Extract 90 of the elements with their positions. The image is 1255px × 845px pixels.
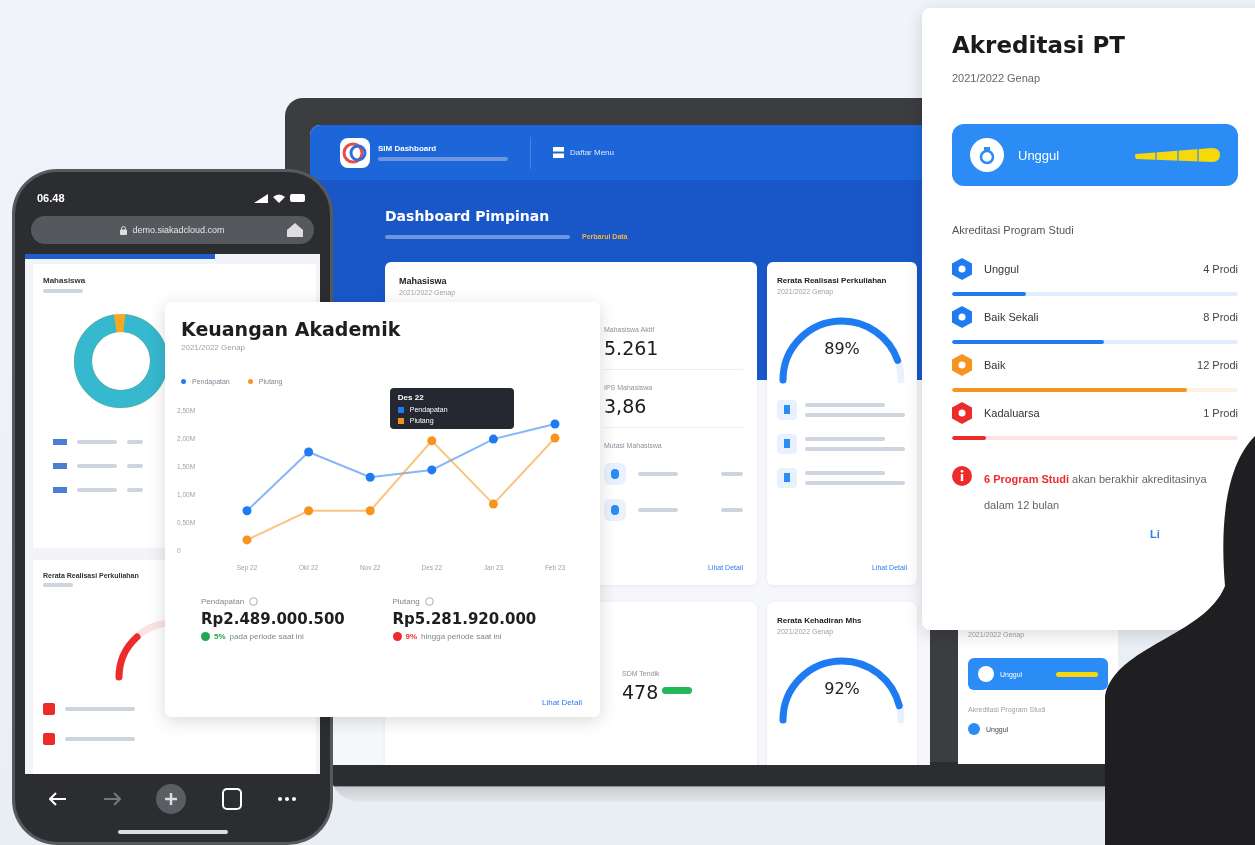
text-line-placeholder: [638, 472, 678, 476]
card-title: Akreditasi PT: [952, 32, 1127, 58]
total-label: Piutang: [392, 597, 420, 606]
text-line-placeholder: [77, 487, 117, 492]
card-title: Keuangan Akademik: [181, 318, 402, 340]
change-percent: 9%: [405, 632, 418, 641]
legend-swatch: [53, 486, 67, 493]
text-line-placeholder: [721, 508, 743, 512]
text-line-placeholder: [65, 706, 135, 711]
page-title: Dashboard Pimpinan: [385, 208, 551, 224]
tabs-icon: [222, 788, 243, 810]
text-line-placeholder: [65, 736, 135, 741]
battery-icon: [290, 194, 306, 202]
card-title: Rerata Realisasi Perkuliahan: [777, 276, 888, 285]
text-line-placeholder: [127, 463, 143, 468]
stat-value: 5.261: [604, 337, 660, 359]
info-icon: [249, 597, 259, 606]
legend-dot: [181, 379, 186, 384]
card-title: Mahasiswa: [43, 275, 87, 285]
logo-icon: [340, 137, 370, 168]
back-icon: [48, 792, 67, 806]
data-point[interactable]: [242, 506, 252, 516]
add-icon: [156, 784, 187, 814]
prodi-count: 8 Prodi: [1203, 311, 1238, 323]
trend-pill: [662, 686, 693, 694]
data-point[interactable]: [488, 434, 498, 444]
text-line-placeholder: [77, 439, 117, 444]
forward-icon: [102, 792, 121, 806]
data-point[interactable]: [365, 506, 375, 516]
data-point[interactable]: [550, 433, 560, 443]
grade-label: Baik: [984, 359, 1006, 371]
segment-bar-drawing: [1056, 671, 1098, 677]
info-icon: [952, 466, 972, 486]
data-point[interactable]: [242, 535, 252, 545]
detail-link[interactable]: Li: [1150, 528, 1170, 540]
text-line-placeholder: [721, 472, 743, 476]
info-icon: [424, 597, 434, 606]
data-point[interactable]: [427, 436, 437, 446]
warning-text: 6 Program Studi akan berakhir akreditasinya dalam 12 bulan: [984, 472, 1208, 513]
status-time: 06.48: [37, 192, 65, 204]
legend-swatch: [53, 462, 67, 469]
card-title: Mahasiswa: [399, 276, 448, 286]
section-label: Akreditasi Program Studi: [952, 224, 1075, 236]
legend-dot: [247, 379, 253, 384]
text-line-placeholder: [43, 582, 73, 587]
card-period: 2021/2022 Genap: [952, 72, 1042, 84]
detail-link[interactable]: Lihat Detail: [541, 698, 582, 707]
data-point[interactable]: [304, 506, 314, 516]
total-label: Pendapatan: [201, 597, 245, 606]
legend-swatch: [397, 417, 404, 424]
gauge-reading: 89%: [823, 339, 861, 358]
change-note: hingga periode saat ini: [421, 632, 502, 641]
text-line-placeholder: [638, 508, 678, 512]
stat-value: 3,86: [604, 395, 648, 417]
card-period: 2021/2022 Genap: [181, 343, 247, 352]
data-point[interactable]: [304, 447, 314, 457]
grade-label: Unggul: [984, 263, 1019, 275]
text-line-placeholder: [127, 487, 143, 492]
change-percent: 5%: [214, 632, 226, 641]
data-point[interactable]: [365, 472, 375, 482]
text-line-placeholder: [43, 288, 83, 293]
badge-icon: [968, 723, 980, 735]
wifi-icon: [273, 193, 285, 203]
menu-button[interactable]: Daftar Menu: [553, 147, 615, 158]
legend-swatch: [397, 406, 404, 413]
stat-value: 478: [622, 681, 659, 703]
data-point[interactable]: [488, 499, 498, 509]
total-value: Rp2.489.000.500: [201, 610, 346, 628]
total-value: Rp5.281.920.000: [392, 610, 538, 628]
text-line-placeholder: [77, 463, 117, 468]
card-title: Rerata Kehadiran Mhs: [777, 616, 863, 625]
grade-label: Baik Sekali: [984, 311, 1039, 323]
lock-icon: [120, 225, 128, 235]
data-point[interactable]: [550, 419, 560, 429]
address-bar[interactable]: demo.siakadcloud.com: [31, 216, 314, 244]
text-line-placeholder: [127, 439, 143, 444]
grade-label: Kadaluarsa: [984, 407, 1040, 419]
signal-icon: [254, 193, 268, 203]
app-name: SIM Dashboard: [378, 144, 438, 153]
prodi-count: 12 Prodi: [1197, 359, 1238, 371]
grade-label: Unggul: [1018, 147, 1060, 163]
menu-icon: [553, 147, 564, 158]
data-point[interactable]: [427, 465, 437, 475]
prodi-count: 1 Prodi: [1203, 407, 1238, 419]
home-icon: [286, 222, 304, 238]
gauge-reading: 92%: [823, 679, 861, 698]
legend-swatch: [53, 438, 67, 445]
change-note: pada periode saat ini: [229, 632, 304, 641]
more-icon: [278, 797, 297, 801]
prodi-count: 4 Prodi: [1203, 263, 1238, 275]
